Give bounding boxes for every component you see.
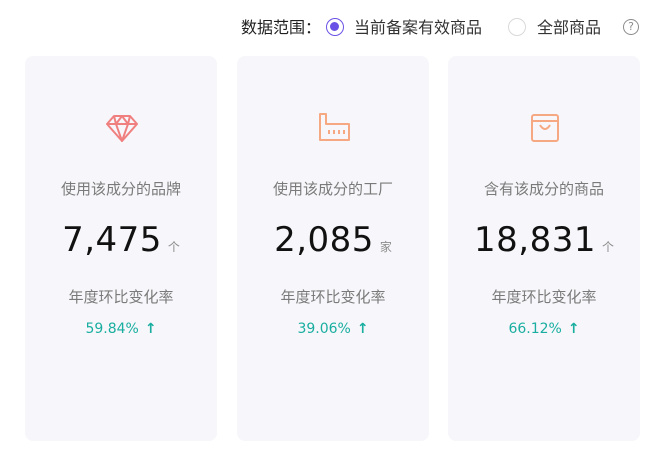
help-icon[interactable]: ? [623,19,639,35]
factory-count-card: 使用该成分的工厂 2,085 家 年度环比变化率 39.06% ↑ [237,56,429,441]
arrow-up-icon: ↑ [567,321,580,337]
product-yoy-rate: 66.12% [508,321,562,337]
diamond-icon [106,115,138,142]
factory-icon [319,113,350,141]
brand-count-card: 使用该成分的品牌 7,475 个 年度环比变化率 59.84% ↑ [25,56,217,441]
radio-all-products[interactable] [508,18,526,36]
factory-count-label: 使用该成分的工厂 [272,180,393,198]
arrow-up-icon: ↑ [144,321,157,337]
product-yoy-label: 年度环比变化率 [491,288,597,306]
factory-yoy-rate: 39.06% [297,321,351,337]
brand-count-unit: 个 [167,240,180,254]
arrow-up-icon: ↑ [356,321,369,337]
shopping-bag-icon [531,114,559,142]
product-count-value: 18,831 [474,220,596,260]
product-count-label: 含有该成分的商品 [483,180,604,198]
brand-yoy-rate: 59.84% [85,321,139,337]
brand-count-label: 使用该成分的品牌 [60,180,181,198]
data-scope-bar: 数据范围： 当前备案有效商品 全部商品 ? [0,14,662,42]
factory-yoy-label: 年度环比变化率 [280,288,386,306]
brand-count-value: 7,475 [62,220,162,260]
brand-yoy-label: 年度环比变化率 [68,288,174,306]
factory-count-value: 2,085 [274,220,374,260]
radio-current-products-label[interactable]: 当前备案有效商品 [354,18,482,38]
radio-all-products-label[interactable]: 全部商品 [537,18,601,38]
product-count-card: 含有该成分的商品 18,831 个 年度环比变化率 66.12% ↑ [448,56,640,441]
product-count-unit: 个 [601,240,614,254]
factory-count-unit: 家 [379,240,392,254]
radio-current-products[interactable] [326,18,344,36]
data-scope-label: 数据范围： [241,18,322,37]
